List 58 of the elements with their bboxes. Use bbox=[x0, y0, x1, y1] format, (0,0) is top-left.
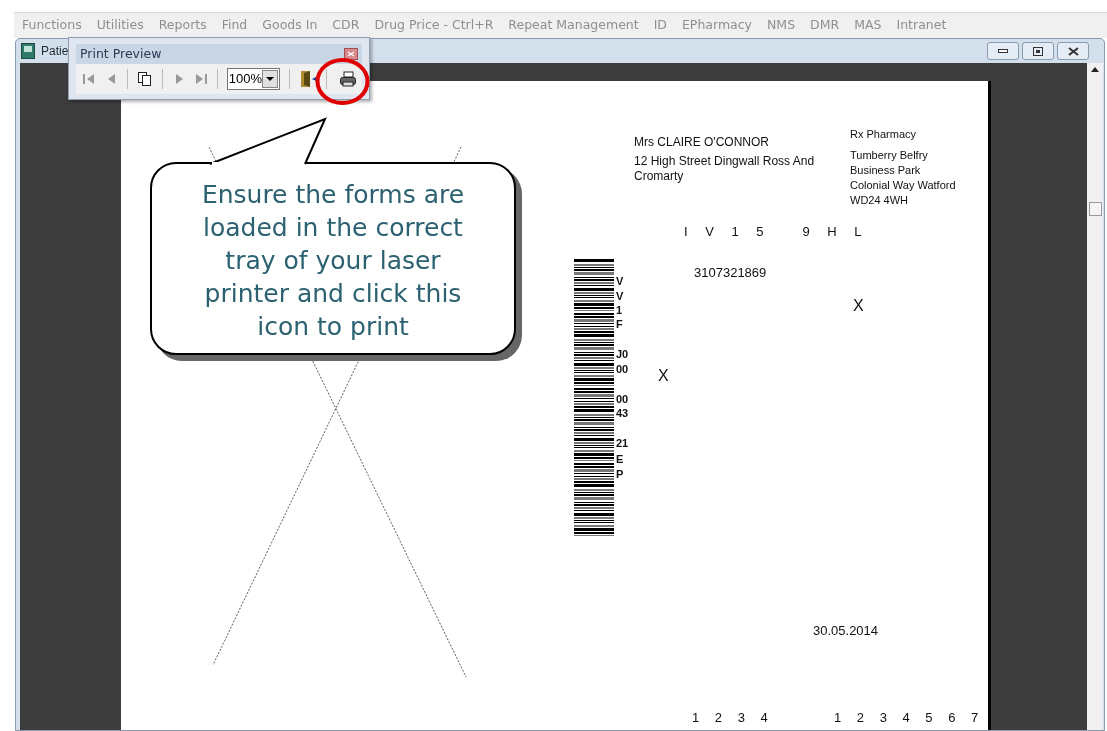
menu-item[interactable]: NMS bbox=[767, 16, 796, 35]
scroll-thumb[interactable] bbox=[1088, 202, 1102, 216]
printer-icon[interactable] bbox=[338, 71, 356, 87]
menu-item[interactable]: Drug Price - Ctrl+R bbox=[374, 16, 494, 35]
menu-item[interactable]: Intranet bbox=[896, 16, 947, 35]
menu-item[interactable]: EPharmacy bbox=[681, 16, 752, 35]
minimize-icon bbox=[998, 49, 1008, 53]
callout-text: Ensure the forms are loaded in the correct tray of your laser printer and click this icon to print bbox=[200, 179, 466, 343]
highlight-circle bbox=[315, 58, 370, 105]
pharmacy-address-line: Colonial Way Watford bbox=[850, 178, 956, 193]
barcode-label: 00 bbox=[616, 393, 629, 405]
barcode-label: F bbox=[616, 318, 623, 330]
menu-item[interactable]: CDR bbox=[332, 16, 360, 35]
x-mark: X bbox=[853, 296, 864, 316]
postcode: I V 1 5 9 H L bbox=[684, 223, 869, 241]
x-mark: X bbox=[658, 366, 669, 386]
box-numbers: 1 2 3 4 5 6 7 bbox=[834, 709, 985, 727]
barcode-label: 21 bbox=[616, 437, 629, 449]
menu-item[interactable]: Goods In bbox=[262, 16, 318, 35]
menu-item[interactable]: Functions bbox=[22, 16, 82, 35]
close-icon bbox=[1067, 46, 1079, 56]
box-numbers: 1 2 3 4 bbox=[692, 709, 774, 727]
prescription-date: 30.05.2014 bbox=[813, 622, 879, 640]
close-icon bbox=[347, 51, 355, 57]
scroll-up-icon bbox=[1091, 67, 1099, 72]
menu-item[interactable]: MAS bbox=[854, 16, 882, 35]
barcode-label: 1 bbox=[616, 304, 623, 316]
barcode-label: V bbox=[616, 275, 624, 287]
zoom-dropdown[interactable]: 100% bbox=[226, 68, 281, 90]
patient-number: 3107321869 bbox=[694, 264, 767, 282]
door-exit-icon[interactable] bbox=[299, 70, 317, 88]
barcode-label: 00 bbox=[616, 363, 629, 375]
menu-item[interactable]: Find bbox=[221, 16, 248, 35]
patient-name: Mrs CLAIRE O'CONNOR bbox=[634, 134, 769, 151]
menu-item[interactable]: ID bbox=[653, 16, 667, 35]
app-icon bbox=[21, 43, 35, 59]
pharmacy-address-line: Tumberry Belfry bbox=[850, 148, 929, 163]
barcode-label: P bbox=[616, 468, 624, 480]
barcode-label: 43 bbox=[616, 407, 629, 419]
minimize-button[interactable] bbox=[987, 42, 1019, 60]
close-button[interactable] bbox=[344, 48, 358, 60]
pharmacy-address-line: Business Park bbox=[850, 163, 922, 178]
pharmacy-name: Rx Pharmacy bbox=[850, 127, 917, 142]
menu-item[interactable]: Reports bbox=[158, 16, 207, 35]
barcode-label: E bbox=[616, 453, 624, 465]
pharmacy-address-line: WD24 4WH bbox=[850, 193, 910, 208]
window-title: Patie bbox=[41, 43, 69, 60]
menu-item[interactable]: DMR bbox=[810, 16, 840, 35]
patient-address: 12 High Street Dingwall Ross And Cromarty bbox=[634, 154, 816, 184]
restore-icon bbox=[1033, 46, 1043, 56]
restore-button[interactable] bbox=[1022, 42, 1054, 60]
barcode-label: V bbox=[616, 290, 624, 302]
toolbar-title: Print Preview bbox=[79, 44, 162, 63]
menu-item[interactable]: Repeat Management bbox=[508, 16, 639, 35]
close-button[interactable] bbox=[1057, 42, 1089, 60]
pages-icon[interactable] bbox=[137, 71, 153, 87]
barcode-label: J0 bbox=[616, 348, 629, 360]
menu-item[interactable]: Utilities bbox=[96, 16, 144, 35]
